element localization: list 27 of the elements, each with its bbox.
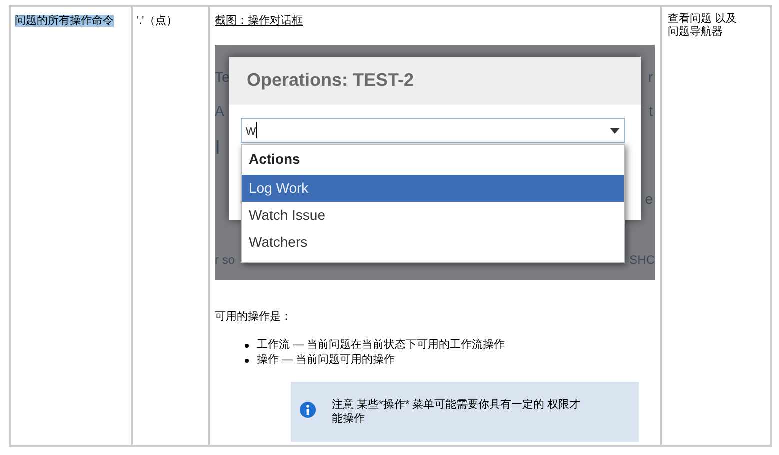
background-text: A: [215, 102, 224, 120]
background-text: t: [649, 102, 653, 120]
background-text: Te: [215, 68, 230, 86]
bullet-icon: [245, 358, 249, 362]
background-text: SHC: [630, 252, 655, 268]
intro-text: 可用的操作是：: [215, 310, 293, 324]
caret-icon: [610, 128, 620, 134]
background-text: r: [648, 68, 653, 86]
background-text: r so: [215, 252, 236, 268]
input-value: w: [246, 120, 256, 140]
background-text: I: [215, 136, 221, 160]
bullet-icon: [245, 344, 249, 348]
dropdown-item[interactable]: Watch Issue: [242, 202, 624, 228]
background-text: e: [645, 190, 653, 208]
command-text: 问题的所有操作命令: [15, 15, 114, 27]
bullet-text: 工作流 — 当前问题在当前状态下可用的工作流操作: [257, 338, 506, 353]
info-icon: [300, 402, 316, 418]
operation-input[interactable]: w: [241, 118, 625, 142]
context-text: 查看问题 以及问题导航器: [668, 13, 738, 39]
dialog-title: Operations: TEST-2: [247, 69, 414, 92]
dropdown-item[interactable]: Log Work: [242, 174, 624, 202]
note-text: 注意 某些*操作* 菜单可能需要你具有一定的 权限才能操作: [332, 398, 582, 426]
dropdown-item[interactable]: Watchers: [242, 228, 624, 256]
caption-link[interactable]: 截图：操作对话框: [215, 13, 303, 30]
bullet-text: 操作 — 当前问题可用的操作: [257, 353, 396, 368]
group-header: Actions: [249, 150, 300, 169]
shortcut-text: '.'（点）: [137, 15, 178, 27]
